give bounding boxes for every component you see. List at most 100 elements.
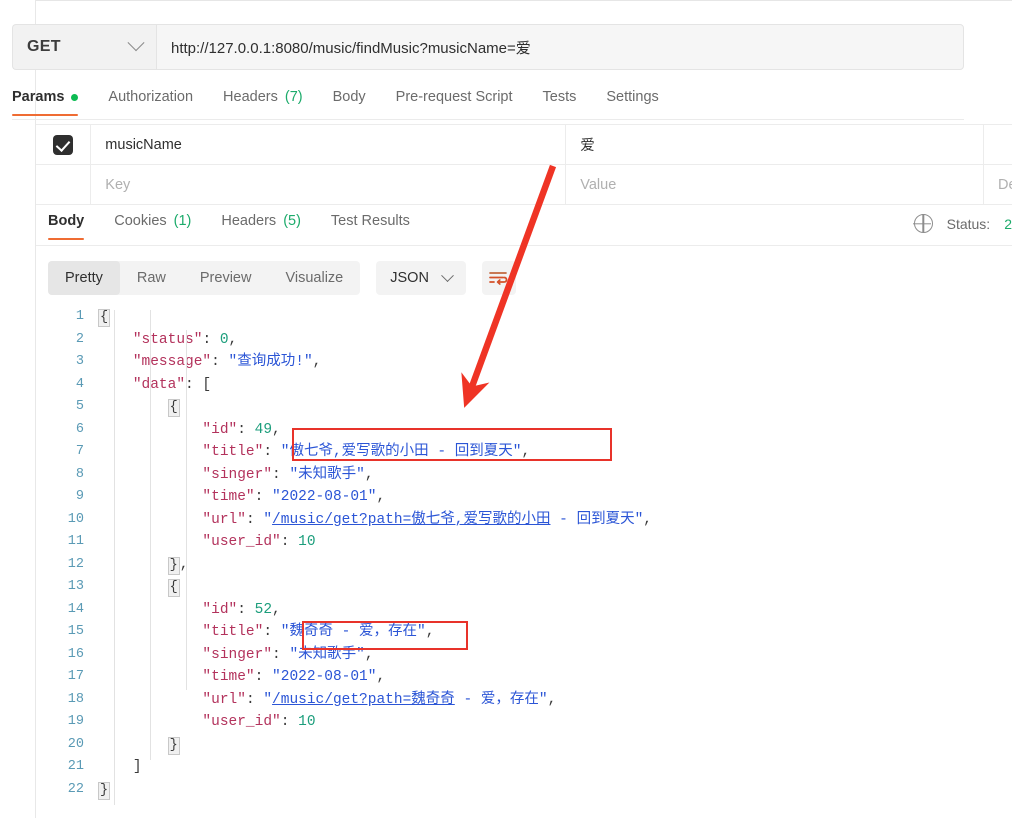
- token-str: "傲七爷,爱写歌的小田 - 回到夏天": [280, 444, 522, 460]
- code-line-text: "time": "2022-08-01",: [98, 666, 385, 689]
- response-tab-label: Headers: [221, 213, 277, 229]
- view-pretty[interactable]: Pretty: [48, 261, 120, 295]
- code-line-text: "status": 0,: [98, 329, 237, 352]
- tab-params[interactable]: Params: [12, 86, 94, 116]
- code-fold-brace[interactable]: }: [98, 781, 111, 800]
- token-pun: [98, 377, 133, 393]
- response-status-area: Status: 2: [913, 214, 1012, 233]
- param-enabled-checkbox-cell[interactable]: [36, 125, 92, 164]
- token-str: ": [263, 511, 273, 528]
- response-tab-headers[interactable]: Headers (5): [221, 210, 317, 240]
- params-table: musicName 爱 Key Value Descr: [36, 124, 1012, 205]
- response-tabs-list: Body Cookies (1) Headers (5) Test Results: [48, 210, 440, 240]
- tab-settings[interactable]: Settings: [606, 86, 674, 116]
- url-input[interactable]: http://127.0.0.1:8080/music/findMusic?mu…: [156, 24, 964, 70]
- param-description-input-empty[interactable]: Descr: [984, 165, 1012, 204]
- token-pun: :: [263, 624, 281, 640]
- view-raw[interactable]: Raw: [120, 261, 183, 295]
- response-format-selector[interactable]: JSON: [376, 261, 466, 295]
- response-body-viewer[interactable]: 1{2 "status": 0, 3 "message": "查询成功!", 4 "…: [36, 306, 1012, 818]
- line-number: 15: [67, 624, 84, 639]
- code-line: 1{: [36, 306, 1012, 329]
- param-value-input-empty[interactable]: Value: [566, 165, 984, 204]
- token-pun: :: [211, 354, 229, 370]
- left-gutter: [0, 0, 36, 818]
- code-line-text: }: [98, 779, 111, 802]
- token-pun: ,: [228, 331, 238, 348]
- token-pun: :: [254, 489, 273, 505]
- token-pun: :: [202, 331, 220, 348]
- token-pun: [98, 354, 133, 370]
- line-number: 22: [67, 781, 84, 797]
- response-tab-cookies[interactable]: Cookies (1): [114, 210, 207, 240]
- line-number: 21: [67, 759, 84, 774]
- code-line: 7 "title": "傲七爷,爱写歌的小田 - 回到夏天",: [36, 441, 1012, 464]
- token-url[interactable]: /music/get?path=傲七爷,爱写歌的小田: [272, 512, 550, 528]
- response-tab-test-results[interactable]: Test Results: [331, 210, 426, 240]
- token-url[interactable]: /music/get?path=魏奇奇: [272, 692, 455, 708]
- line-number: 10: [67, 511, 84, 527]
- tab-label: Tests: [542, 89, 577, 105]
- code-fold-brace[interactable]: }: [167, 736, 180, 755]
- param-key-input-empty[interactable]: Key: [91, 165, 567, 204]
- code-line-text: "url": "/music/get?path=傲七爷,爱写歌的小田 - 回到夏…: [98, 509, 652, 532]
- view-visualize[interactable]: Visualize: [268, 261, 360, 295]
- token-pun: :: [254, 669, 273, 685]
- token-key: "user_id": [202, 714, 281, 730]
- code-line: 5 {: [36, 396, 1012, 419]
- tab-label: Params: [12, 89, 65, 105]
- code-fold-brace[interactable]: {: [167, 399, 180, 417]
- word-wrap-icon: [489, 272, 508, 285]
- response-view-segmented-control: Pretty Raw Preview Visualize: [48, 261, 361, 295]
- code-line: 16 "singer": "未知歌手",: [36, 644, 1012, 667]
- response-tab-body[interactable]: Body: [48, 210, 100, 240]
- token-key: "user_id": [202, 534, 281, 550]
- tab-headers[interactable]: Headers (7): [223, 86, 319, 116]
- code-line: 3 "message": "查询成功!",: [36, 351, 1012, 374]
- token-key: "data": [132, 376, 186, 393]
- tab-body[interactable]: Body: [333, 86, 382, 116]
- token-pun: ,: [376, 489, 386, 505]
- token-pun: [98, 737, 168, 753]
- code-line-text: "singer": "未知歌手",: [98, 644, 373, 667]
- token-key: "time": [202, 489, 255, 505]
- code-line: 18 "url": "/music/get?path=魏奇奇 - 爱，存在",: [36, 689, 1012, 712]
- param-key-cell[interactable]: musicName: [91, 125, 567, 164]
- code-line-text: ]: [98, 756, 142, 779]
- indent-guide: [150, 310, 151, 760]
- code-fold-brace[interactable]: }: [167, 556, 180, 575]
- table-row[interactable]: musicName 爱: [36, 125, 1012, 165]
- token-pun: ,: [312, 354, 322, 370]
- token-pun: [98, 579, 168, 595]
- http-method-selector[interactable]: GET: [12, 24, 156, 70]
- token-pun: [98, 399, 168, 415]
- tab-pre-request-script[interactable]: Pre-request Script: [396, 86, 529, 116]
- tab-tests[interactable]: Tests: [543, 86, 593, 116]
- code-line-text: "title": "傲七爷,爱写歌的小田 - 回到夏天",: [98, 441, 530, 464]
- checkbox-checked-icon[interactable]: [53, 134, 74, 155]
- param-description-placeholder: Descr: [998, 176, 1012, 193]
- table-row[interactable]: Key Value Descr: [36, 165, 1012, 205]
- token-key: "url": [202, 511, 246, 528]
- code-fold-brace[interactable]: {: [98, 309, 111, 327]
- code-line-text: {: [98, 576, 180, 599]
- chevron-down-icon: [127, 34, 145, 52]
- token-num: 0: [219, 331, 229, 348]
- token-pun: ,: [521, 444, 531, 460]
- tab-authorization[interactable]: Authorization: [108, 86, 209, 116]
- token-str: - 回到夏天": [550, 511, 644, 528]
- param-description-cell[interactable]: [984, 125, 1012, 164]
- word-wrap-button[interactable]: [481, 261, 516, 295]
- code-fold-brace[interactable]: {: [167, 579, 180, 597]
- response-tabs-divider: [36, 245, 1012, 246]
- param-value-cell[interactable]: 爱: [566, 125, 984, 164]
- param-enabled-checkbox-cell-empty[interactable]: [36, 165, 92, 204]
- code-line-text: {: [98, 306, 111, 329]
- token-key: "message": [132, 354, 212, 370]
- token-key: "title": [202, 624, 264, 640]
- view-preview[interactable]: Preview: [183, 261, 269, 295]
- globe-icon[interactable]: [913, 214, 933, 233]
- token-str: "魏奇奇 - 爱，存在": [280, 624, 426, 640]
- tab-label: Body: [332, 89, 366, 105]
- line-number: 6: [75, 421, 84, 437]
